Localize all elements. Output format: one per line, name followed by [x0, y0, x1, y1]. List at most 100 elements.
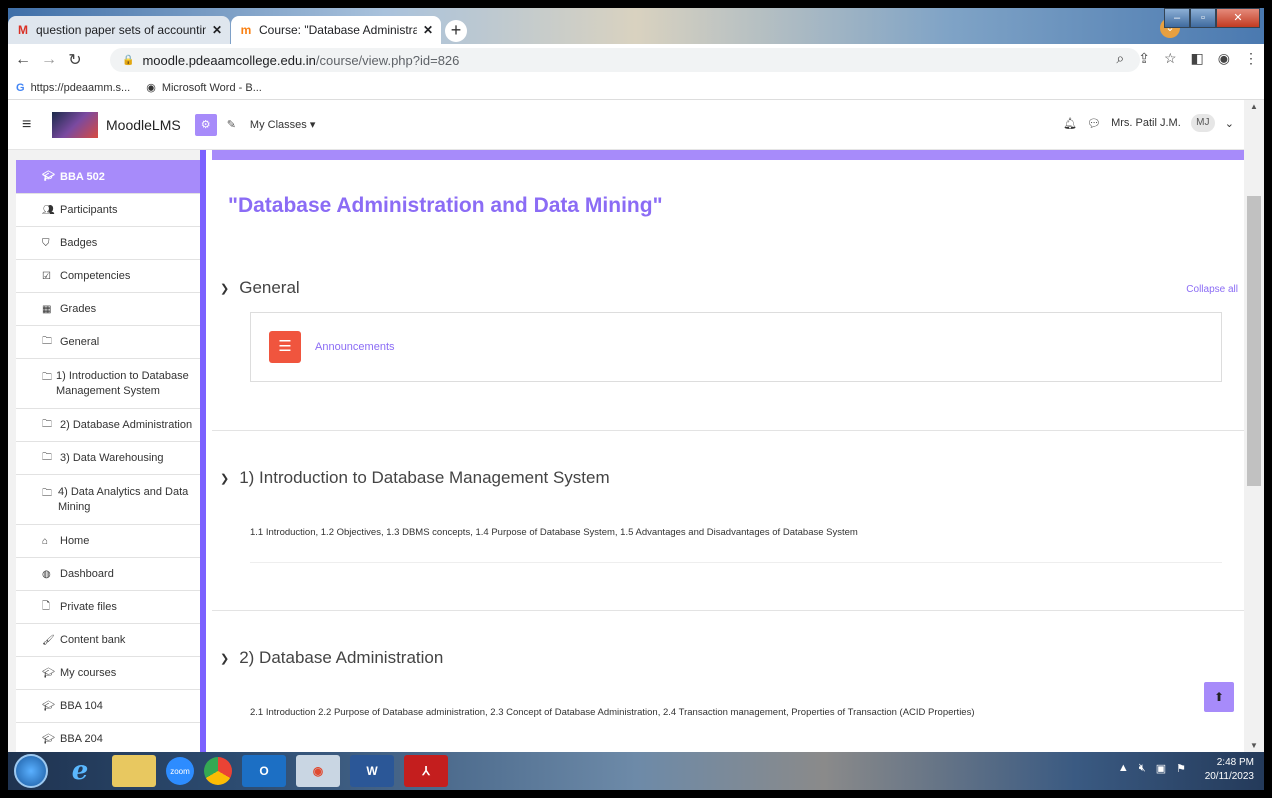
drawer-item-private-files[interactable]: 🗋 Private files [16, 591, 200, 624]
section-divider [212, 610, 1244, 611]
zoom-icon[interactable]: ⌕ [1116, 50, 1124, 67]
my-classes-menu[interactable]: My Classes ▾ [250, 118, 315, 131]
checkbox-icon: ☑ [42, 270, 51, 282]
drawer-item-section-4[interactable]: 🗀 4) Data Analytics and Data Mining [16, 475, 200, 525]
drawer-item-bba-204[interactable]: 🎓︎ BBA 204 [16, 723, 200, 752]
file-icon: 🗋 [42, 600, 51, 612]
announcements-link[interactable]: Announcements [315, 341, 395, 353]
word-icon[interactable]: W [350, 755, 394, 787]
show-hidden-icon[interactable]: ▲ [1118, 762, 1129, 775]
menu-icon[interactable]: ⋮ [1244, 50, 1258, 67]
ie-icon[interactable]: e [58, 755, 102, 787]
zoom-icon[interactable]: zoom [166, 757, 194, 785]
star-icon[interactable]: ☆ [1164, 50, 1177, 67]
drawer-item-participants[interactable]: 👥︎ Participants [16, 194, 200, 227]
taskbar-clock[interactable]: 2:48 PM 20/11/2023 [1205, 756, 1254, 784]
hamburger-icon[interactable]: ≡ [22, 116, 36, 134]
drawer-item-dashboard[interactable]: ◍ Dashboard [16, 558, 200, 591]
drawer-item-section-1[interactable]: 🗀 1) Introduction to Database Management … [16, 359, 200, 409]
section-header-1[interactable]: ❯ 1) Introduction to Database Management… [220, 468, 610, 488]
drawer-item-grades[interactable]: ▦ Grades [16, 293, 200, 326]
drawer-item-section-3[interactable]: 🗀 3) Data Warehousing [16, 442, 200, 475]
close-icon[interactable]: ✕ [423, 23, 433, 37]
reload-icon[interactable]: ↻ [64, 50, 86, 70]
scroll-thumb[interactable] [1247, 196, 1261, 486]
page-scrollbar[interactable]: ▲ ▼ [1244, 100, 1264, 752]
tab-label: question paper sets of accountin [36, 23, 206, 37]
graduation-cap-icon: 🎓︎ [42, 700, 55, 712]
forward-icon[interactable]: → [38, 51, 60, 69]
bookmark-item[interactable]: G https://pdeaamm.s... [16, 82, 130, 94]
chrome-profile-icon[interactable]: ◉ [296, 755, 340, 787]
chevron-down-icon[interactable]: ❯ [220, 652, 229, 665]
close-window-button[interactable]: ✕ [1216, 8, 1260, 28]
chevron-down-icon[interactable]: ❯ [220, 472, 229, 485]
browser-tab-course[interactable]: m Course: "Database Administration ✕ [231, 16, 441, 44]
folder-icon: 🗀 [42, 451, 52, 463]
avatar[interactable]: MJ [1190, 114, 1215, 132]
volume-muted-icon[interactable]: 🔇︎ [1139, 762, 1146, 775]
profile-icon[interactable]: ◉ [1218, 50, 1230, 67]
graduation-cap-icon: 🎓︎ [42, 667, 55, 679]
action-center-icon[interactable]: ⚑ [1176, 762, 1186, 775]
drawer-item-my-courses[interactable]: 🎓︎ My courses [16, 657, 200, 690]
drawer-item-bba-104[interactable]: 🎓︎ BBA 104 [16, 690, 200, 723]
scroll-up-icon[interactable]: ▲ [1244, 102, 1264, 111]
bookmark-item[interactable]: ◉ Microsoft Word - B... [146, 81, 262, 95]
network-icon[interactable]: ▣ [1156, 762, 1166, 775]
user-name[interactable]: Mrs. Patil J.M. [1111, 117, 1181, 129]
acrobat-icon[interactable]: ⅄ [404, 755, 448, 787]
drawer-item-course[interactable]: 🎓︎ BBA 502 [16, 160, 200, 194]
new-tab-button[interactable]: + [445, 20, 467, 42]
brush-icon: 🖌︎ [42, 634, 55, 646]
edit-icon[interactable]: ✎ [227, 118, 236, 131]
moodle-navbar: ≡ MoodleLMS ⚙ ✎ My Classes ▾ 🔔︎ 💬︎ Mrs. … [8, 100, 1244, 150]
outlook-icon[interactable]: O [242, 755, 286, 787]
drawer-item-general[interactable]: 🗀 General [16, 326, 200, 359]
message-icon[interactable]: 💬︎ [1087, 117, 1101, 130]
drawer-label: Private files [60, 600, 117, 613]
browser-tab-gmail[interactable]: M question paper sets of accountin ✕ [8, 16, 230, 44]
activity-box: ☰ Announcements [250, 312, 1222, 382]
drawer-label: My courses [60, 666, 117, 679]
share-icon[interactable]: ⇪ [1138, 50, 1150, 67]
sidepanel-icon[interactable]: ◧ [1191, 50, 1204, 67]
folder-icon: 🗀 [42, 335, 52, 347]
chevron-down-icon[interactable]: ❯ [220, 282, 229, 295]
section-header-general[interactable]: ❯ General [220, 278, 300, 298]
google-icon: G [16, 81, 25, 94]
section-title: General [239, 278, 300, 297]
minimize-button[interactable]: ‒ [1164, 8, 1190, 28]
drawer-label: 4) Data Analytics and Data Mining [58, 485, 189, 513]
chevron-down-icon[interactable]: ⌄ [1225, 117, 1234, 130]
drawer-item-section-2[interactable]: 🗀 2) Database Administration [16, 409, 200, 442]
browser-toolbar: ← → ↻ 🔒 moodle.pdeaamcollege.edu.in/cour… [8, 44, 1264, 76]
screen: M question paper sets of accountin ✕ m C… [8, 8, 1264, 790]
tab-strip: M question paper sets of accountin ✕ m C… [8, 8, 1264, 44]
bell-icon[interactable]: 🔔︎ [1063, 117, 1077, 130]
back-to-top-button[interactable]: ⬆ [1204, 682, 1234, 712]
drawer-item-badges[interactable]: ⛉ Badges [16, 227, 200, 260]
close-icon[interactable]: ✕ [212, 23, 222, 37]
explorer-icon[interactable] [112, 755, 156, 787]
drawer-item-competencies[interactable]: ☑ Competencies [16, 260, 200, 293]
gmail-icon: M [18, 23, 28, 37]
windows-start-icon[interactable] [14, 754, 48, 788]
address-bar[interactable]: 🔒 moodle.pdeaamcollege.edu.in/course/vie… [110, 48, 1140, 72]
tab-label: Course: "Database Administration [259, 23, 417, 37]
drawer-item-content-bank[interactable]: 🖌︎ Content bank [16, 624, 200, 657]
drawer-label: BBA 204 [60, 732, 103, 745]
scroll-down-icon[interactable]: ▼ [1244, 741, 1264, 750]
cog-button[interactable]: ⚙ [194, 113, 217, 136]
home-icon: ⌂ [42, 535, 49, 547]
drawer-item-home[interactable]: ⌂ Home [16, 525, 200, 558]
site-name[interactable]: MoodleLMS [106, 117, 181, 133]
chrome-icon[interactable] [204, 757, 232, 785]
collapse-all-link[interactable]: Collapse all [1186, 284, 1238, 295]
section-header-2[interactable]: ❯ 2) Database Administration [220, 648, 443, 668]
forum-icon[interactable]: ☰ [269, 331, 301, 363]
back-icon[interactable]: ← [12, 51, 34, 69]
site-logo[interactable] [52, 111, 98, 138]
table-icon: ▦ [42, 303, 52, 315]
maximize-button[interactable]: ▫ [1190, 8, 1216, 28]
